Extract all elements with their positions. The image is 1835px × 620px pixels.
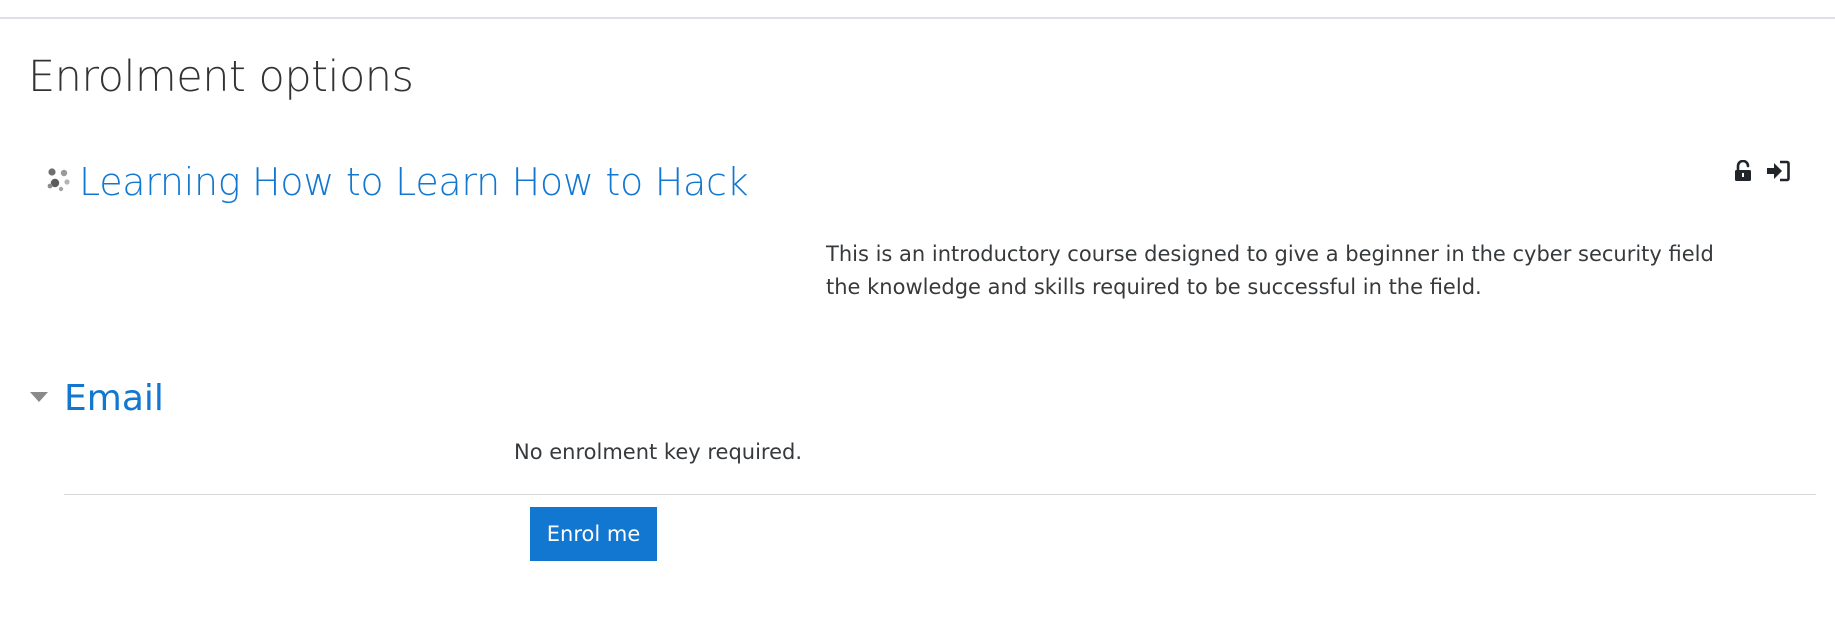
enrolment-section-title[interactable]: Email [64, 377, 164, 420]
page-title: Enrolment options [28, 52, 414, 102]
course-title-link[interactable]: Learning How to Learn How to Hack [79, 160, 749, 206]
top-divider [0, 17, 1835, 19]
enrolment-method-icons [1733, 160, 1790, 182]
course-summary: This is an introductory course designed … [826, 242, 1714, 299]
sign-in-icon [1766, 160, 1790, 182]
caret-down-icon[interactable] [30, 392, 48, 402]
enrolment-key-status: No enrolment key required. [514, 440, 803, 464]
enrol-me-button[interactable]: Enrol me [530, 507, 657, 561]
form-divider [64, 494, 1816, 495]
course-topic-icon [46, 167, 72, 193]
unlock-icon [1733, 160, 1753, 182]
